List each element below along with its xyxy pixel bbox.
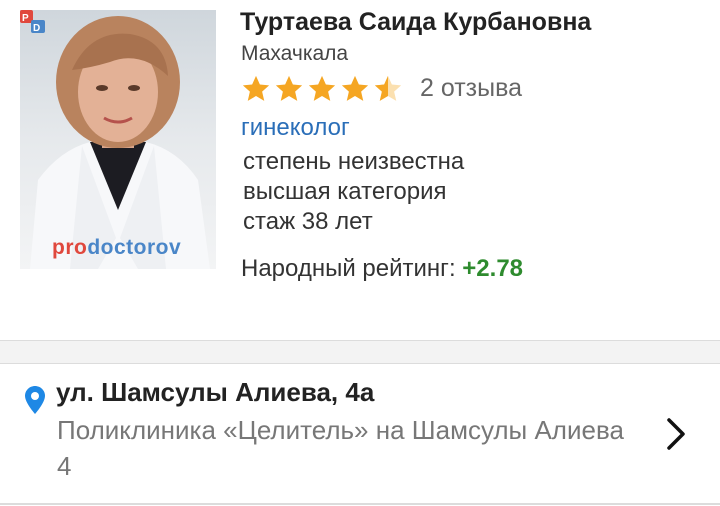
star-full-icon bbox=[242, 75, 270, 101]
people-rating-label: Народный рейтинг: bbox=[241, 255, 456, 282]
doctor-name[interactable]: Туртаева Саида Курбановна bbox=[240, 8, 591, 37]
star-rating bbox=[241, 74, 406, 104]
doctor-city: Махачкала bbox=[241, 42, 349, 65]
watermark-pro: pro bbox=[52, 236, 88, 259]
map-pin-icon bbox=[25, 386, 45, 414]
prodoctorov-logo-icon: P D bbox=[20, 10, 45, 34]
clinic-name: Поликлиника «Целитель» на Шамсулы Алиева… bbox=[57, 415, 624, 481]
doctor-photo[interactable]: P D prodoctorov bbox=[20, 10, 216, 269]
doctor-portrait bbox=[30, 16, 210, 269]
svg-text:D: D bbox=[33, 23, 40, 34]
bottom-divider bbox=[0, 503, 720, 505]
experience-text: стаж 38 лет bbox=[243, 208, 373, 235]
degree-text: степень неизвестна bbox=[243, 148, 465, 175]
star-full-icon bbox=[308, 75, 336, 101]
street-address: ул. Шамсулы Алиева, 4а bbox=[56, 377, 375, 407]
watermark-doc: doctorov bbox=[87, 236, 182, 259]
section-divider bbox=[0, 340, 720, 364]
category-text: высшая категория bbox=[243, 178, 447, 205]
people-rating-value: +2.78 bbox=[462, 255, 524, 282]
specialty-link[interactable]: гинеколог bbox=[241, 114, 350, 142]
star-half-icon bbox=[374, 75, 402, 101]
star-full-icon bbox=[275, 75, 303, 101]
reviews-link[interactable]: 2 отзыва bbox=[420, 74, 522, 103]
clinic-address-row[interactable]: ул. Шамсулы Алиева, 4а Поликлиника «Цели… bbox=[0, 364, 720, 504]
people-rating: Народный рейтинг: +2.78 bbox=[241, 255, 523, 283]
photo-watermark: prodoctorov bbox=[52, 236, 181, 260]
svg-text:P: P bbox=[22, 13, 29, 24]
chevron-right-icon[interactable] bbox=[660, 416, 690, 452]
star-full-icon bbox=[341, 75, 369, 101]
doctor-card: P D prodoctorov Туртаева Саида Курбановн… bbox=[0, 0, 720, 340]
